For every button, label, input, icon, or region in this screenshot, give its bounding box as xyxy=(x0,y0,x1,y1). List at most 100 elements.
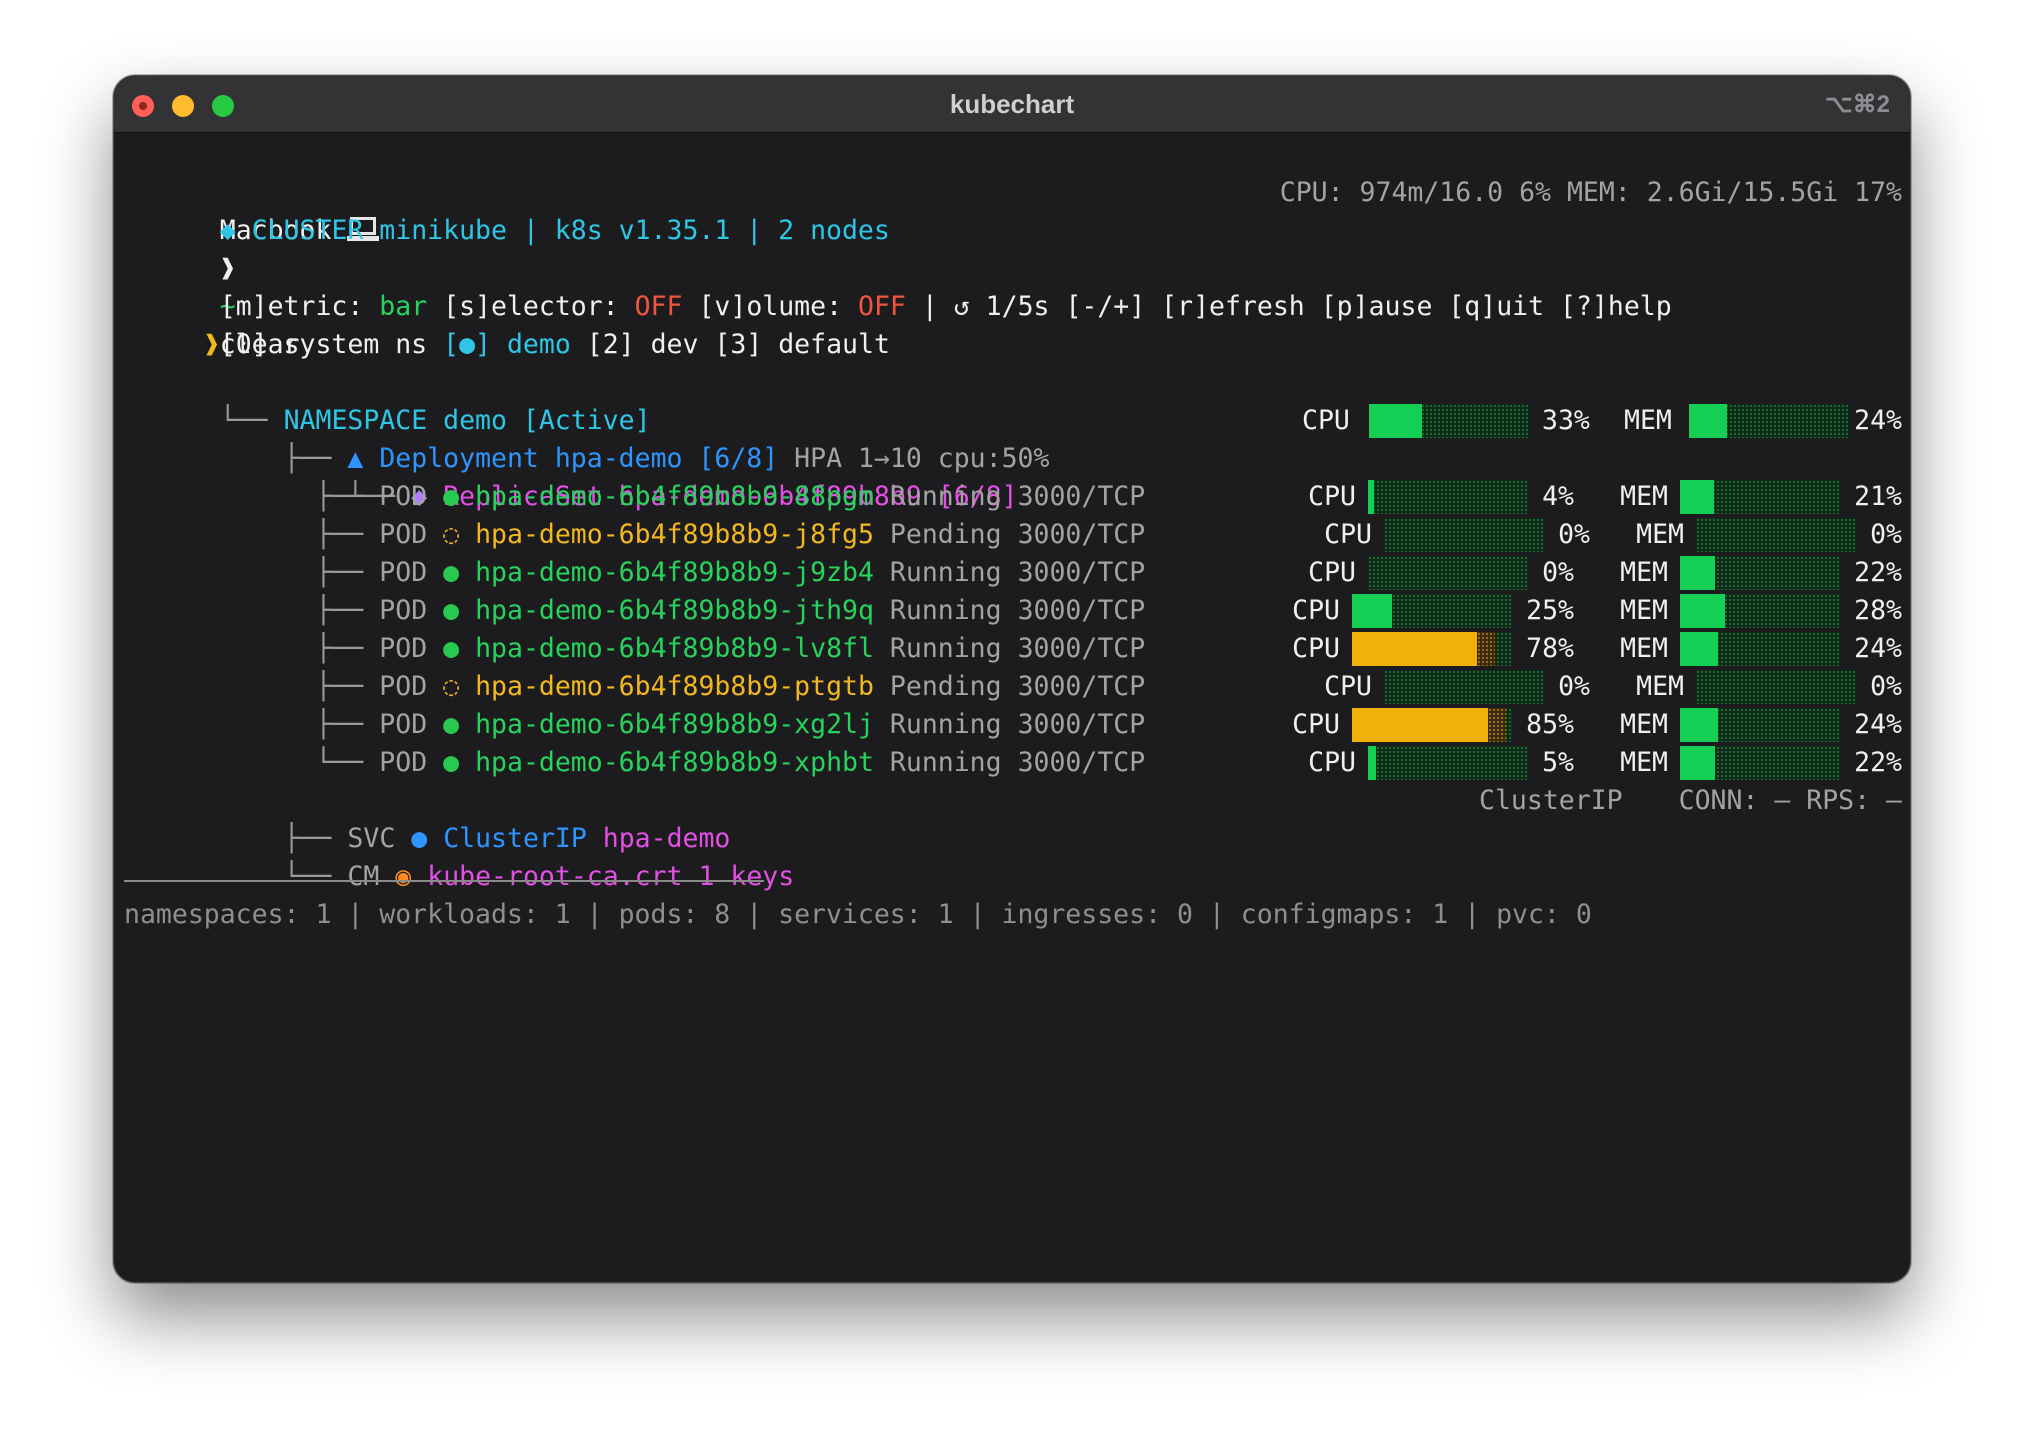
pod-cpu-bar xyxy=(1368,556,1528,590)
pod-name: hpa-demo-6b4f89b8b9-88pgm xyxy=(475,481,874,512)
pod-mem-bar xyxy=(1680,556,1840,590)
deployment-mem-pct: 24% xyxy=(1854,405,1902,436)
pod-row[interactable]: ├── POD ● hpa-demo-6b4f89b8b9-jth9q Runn… xyxy=(124,592,1145,630)
pod-name: hpa-demo-6b4f89b8b9-xg2lj xyxy=(475,709,874,740)
pod-cpu-label: CPU xyxy=(1308,481,1356,512)
pod-cpu-pct: 0% xyxy=(1542,557,1574,588)
summary-line: namespaces: 1 | workloads: 1 | pods: 8 |… xyxy=(124,899,1592,930)
pod-cpu-pct: 0% xyxy=(1558,671,1590,702)
pod-name: hpa-demo-6b4f89b8b9-ptgtb xyxy=(475,671,874,702)
pod-cpu-bar xyxy=(1384,670,1544,704)
configmap-node[interactable]: └── CM ◉ kube-root-ca.crt 1 keys xyxy=(124,820,795,892)
pod-mem-bar-fill xyxy=(1680,746,1716,780)
pod-status-icon: ● xyxy=(443,595,460,626)
pod-port: 3000/TCP xyxy=(1017,633,1146,664)
tree-connector: └── xyxy=(283,861,332,892)
pod-cpu-bar xyxy=(1352,594,1512,628)
pod-port: 3000/TCP xyxy=(1017,557,1146,588)
pod-cpu-label: CPU xyxy=(1308,747,1356,778)
pod-mem-bar-fill xyxy=(1680,632,1719,666)
pod-row[interactable]: ├── POD ◌ hpa-demo-6b4f89b8b9-ptgtb Pend… xyxy=(124,668,1145,706)
pod-mem-pct: 24% xyxy=(1854,709,1902,740)
terminal-content[interactable]: Macbook ❱ ~ ❱clear ◆ CLUSTER minikube | … xyxy=(124,132,1902,1282)
service-node[interactable]: ├── SVC ● ClusterIP hpa-demo xyxy=(124,782,731,854)
pod-mem-bar-fill xyxy=(1680,556,1716,590)
pod-status-icon: ◌ xyxy=(443,519,460,550)
pod-kind: POD xyxy=(379,709,428,740)
pod-mem-bar xyxy=(1680,594,1840,628)
namespace-node[interactable]: └── NAMESPACE demo [Active] xyxy=(124,364,651,436)
deployment-cpu-label: CPU xyxy=(1302,405,1350,436)
pod-kind: POD xyxy=(379,481,428,512)
pod-mem-bar-fill xyxy=(1680,480,1714,514)
cluster-stats: CPU: 974m/16.0 6% MEM: 2.6Gi/15.5Gi 17% xyxy=(1279,177,1902,208)
ns-tab-others[interactable]: [2] dev [3] default xyxy=(587,329,890,360)
configmap-kind: CM xyxy=(347,861,380,892)
pod-kind: POD xyxy=(379,557,428,588)
pod-cpu-pct: 78% xyxy=(1526,633,1574,664)
pod-cpu-label: CPU xyxy=(1292,709,1340,740)
pod-metrics: CPU 25% MEM 28% xyxy=(1282,592,1902,630)
pod-mem-bar xyxy=(1680,708,1840,742)
pod-cpu-bar-fill xyxy=(1352,708,1506,742)
pod-row[interactable]: └── POD ● hpa-demo-6b4f89b8b9-xphbt Runn… xyxy=(124,744,1145,782)
pod-metrics: CPU 0% MEM 22% xyxy=(1282,554,1902,592)
pod-row[interactable]: ├── POD ● hpa-demo-6b4f89b8b9-88pgm Runn… xyxy=(124,478,1145,516)
terminal-window: kubechart ⌥⌘2 Macbook ❱ ~ ❱clear ◆ CLUST… xyxy=(113,75,1911,1283)
pod-mem-pct: 0% xyxy=(1870,519,1902,550)
configmap-label: kube-root-ca.crt 1 keys xyxy=(427,861,795,892)
pod-metrics: CPU 0% MEM 0% xyxy=(1282,668,1902,706)
pod-row[interactable]: ├── POD ● hpa-demo-6b4f89b8b9-j9zb4 Runn… xyxy=(124,554,1145,592)
ns-tab-active-indicator[interactable]: [●] xyxy=(443,329,491,360)
pod-status: Pending xyxy=(889,671,1002,702)
pod-cpu-bar xyxy=(1352,708,1512,742)
tree-connector: ├── xyxy=(315,633,364,664)
pod-port: 3000/TCP xyxy=(1017,519,1146,550)
pod-status-icon: ◌ xyxy=(443,671,460,702)
pod-row[interactable]: ├── POD ● hpa-demo-6b4f89b8b9-xg2lj Runn… xyxy=(124,706,1145,744)
deployment-mem-bar xyxy=(1689,404,1849,438)
pod-cpu-bar xyxy=(1384,518,1544,552)
pod-cpu-label: CPU xyxy=(1292,633,1340,664)
pod-name: hpa-demo-6b4f89b8b9-xphbt xyxy=(475,747,874,778)
pod-metrics: CPU 0% MEM 0% xyxy=(1282,516,1902,554)
pod-status-icon: ● xyxy=(443,709,460,740)
pod-metrics: CPU 78% MEM 24% xyxy=(1282,630,1902,668)
title-bar: kubechart ⌥⌘2 xyxy=(114,76,1910,133)
ns-tab-system[interactable]: [0] system ns xyxy=(220,329,427,360)
controls-keys[interactable]: | ↺ 1/5s [-/+] [r]efresh [p]ause [q]uit … xyxy=(922,291,1672,322)
pod-status: Running xyxy=(889,709,1002,740)
pod-mem-pct: 24% xyxy=(1854,633,1902,664)
pod-kind: POD xyxy=(379,671,428,702)
pod-mem-bar xyxy=(1680,746,1840,780)
deployment-cpu-pct: 33% xyxy=(1542,405,1590,436)
configmap-status-icon: ◉ xyxy=(395,861,412,892)
pod-mem-label: MEM xyxy=(1620,633,1668,664)
pod-name: hpa-demo-6b4f89b8b9-j8fg5 xyxy=(475,519,874,550)
pod-cpu-label: CPU xyxy=(1324,671,1372,702)
tree-connector: ├── xyxy=(315,709,364,740)
pod-cpu-bar xyxy=(1352,632,1512,666)
window-title: kubechart xyxy=(949,89,1075,119)
pod-status-icon: ● xyxy=(443,747,460,778)
pod-mem-label: MEM xyxy=(1620,557,1668,588)
pod-mem-bar xyxy=(1696,670,1856,704)
pod-status: Running xyxy=(889,595,1002,626)
pod-mem-bar-fill xyxy=(1680,594,1725,628)
deployment-mem-label: MEM xyxy=(1624,405,1672,436)
pod-mem-bar-fill xyxy=(1680,708,1719,742)
tree-connector: ├── xyxy=(315,671,364,702)
pod-row[interactable]: ├── POD ● hpa-demo-6b4f89b8b9-lv8fl Runn… xyxy=(124,630,1145,668)
service-right-type: ClusterIP xyxy=(1479,785,1623,816)
deployment-node[interactable]: ├── ▲ Deployment hpa-demo [6/8] HPA 1→10… xyxy=(124,402,1050,474)
replicaset-node[interactable]: └── ◆ ReplicaSet hpa-demo-6b4f89b8b9 [6/… xyxy=(124,440,1017,512)
controls-bar: [m]etric: bar [s]elector: OFF [v]olume: … xyxy=(124,250,1672,322)
pod-mem-label: MEM xyxy=(1636,519,1684,550)
ns-tab-demo[interactable]: demo xyxy=(507,329,571,360)
tree-connector: ├── xyxy=(315,557,364,588)
pod-kind: POD xyxy=(379,747,428,778)
pod-port: 3000/TCP xyxy=(1017,671,1146,702)
pod-metrics: CPU 5% MEM 22% xyxy=(1282,744,1902,782)
pod-status: Running xyxy=(889,633,1002,664)
pod-row[interactable]: ├── POD ◌ hpa-demo-6b4f89b8b9-j8fg5 Pend… xyxy=(124,516,1145,554)
